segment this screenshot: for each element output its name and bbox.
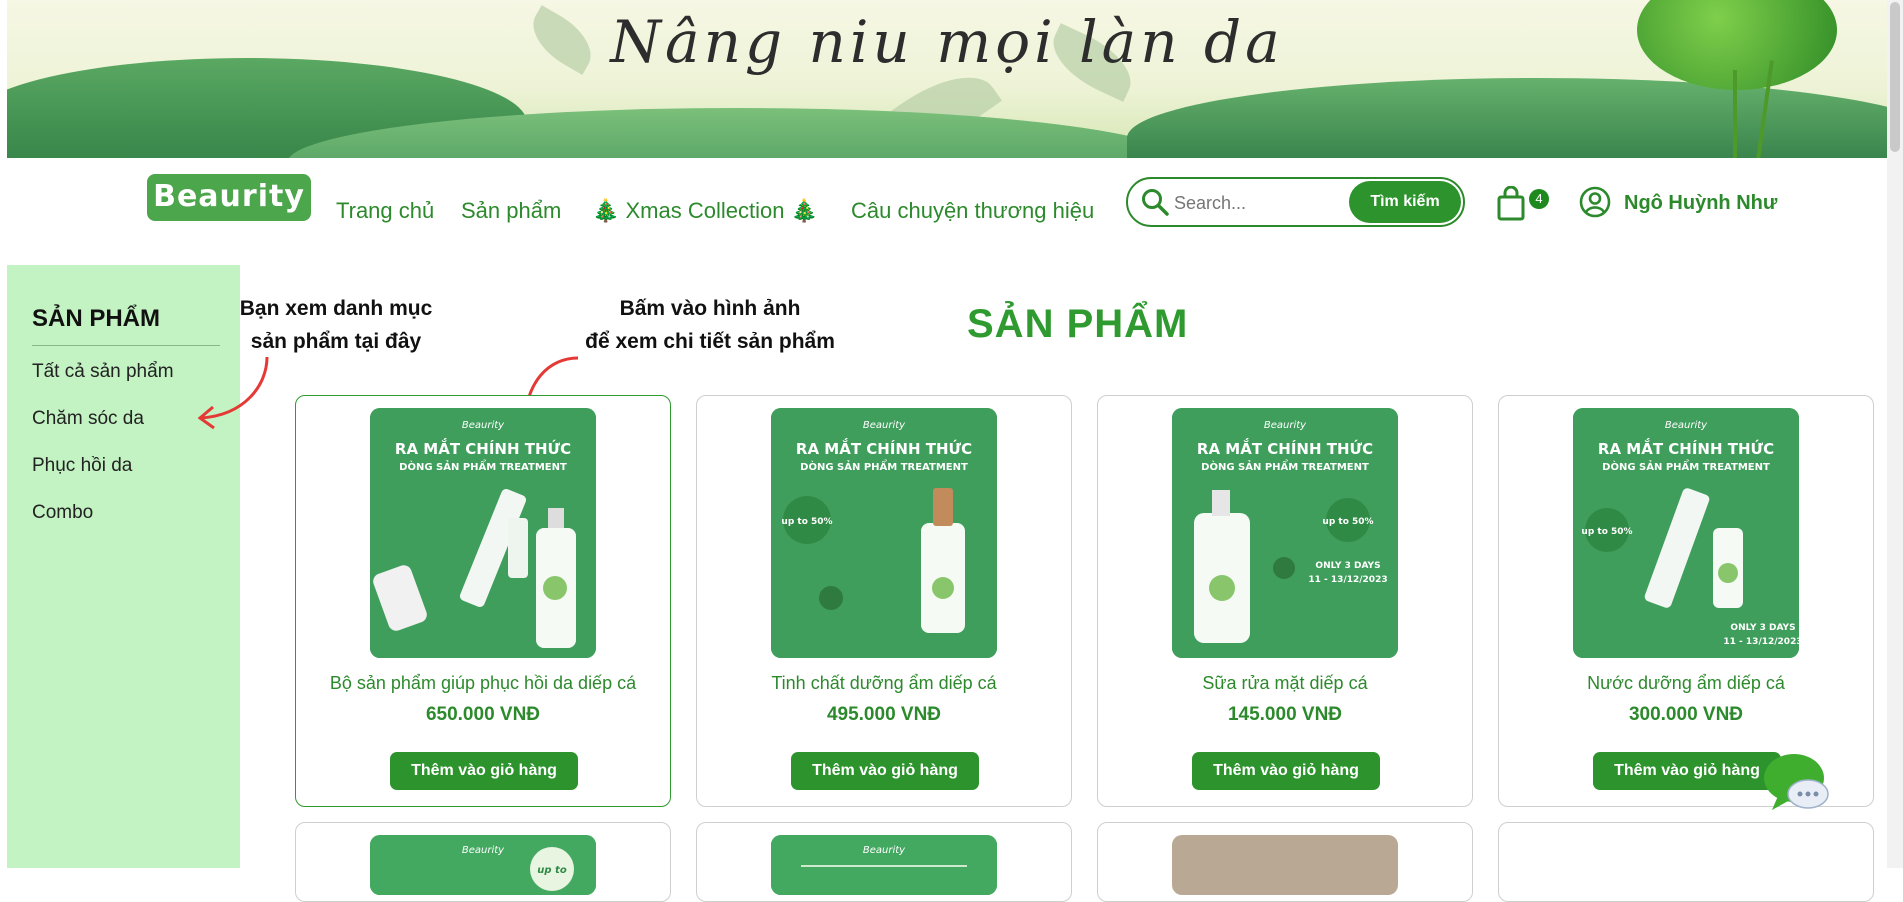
nav-products[interactable]: Sản phẩm	[461, 198, 561, 224]
image-hint: Bấm vào hình ảnh để xem chi tiết sản phẩ…	[585, 297, 835, 353]
product-image[interactable]: Beaurity	[771, 835, 997, 895]
product-card[interactable]: Beaurity RA MẮT CHÍNH THỨC DÒNG SẢN PHẨM…	[696, 395, 1072, 807]
products-section-title: SẢN PHẨM	[967, 302, 1189, 346]
hero-banner: Nâng niu mọi làn da	[7, 0, 1887, 158]
sidebar-item-all-products[interactable]: Tất cả sản phẩm	[32, 361, 174, 383]
svg-text:up to 50%: up to 50%	[781, 517, 832, 527]
svg-text:up to: up to	[537, 865, 567, 876]
cart-count-badge: 4	[1529, 189, 1549, 209]
svg-text:11 - 13/12/2023: 11 - 13/12/2023	[1308, 575, 1387, 585]
product-image[interactable]: Beaurity RA MẮT CHÍNH THỨC DÒNG SẢN PHẨM…	[1573, 408, 1799, 658]
svg-text:RA MẮT CHÍNH THỨC: RA MẮT CHÍNH THỨC	[1197, 437, 1373, 458]
product-card[interactable]	[1097, 822, 1473, 902]
sidebar-item-skin-care[interactable]: Chăm sóc da	[32, 408, 144, 430]
category-hint: Bạn xem danh mục sản phẩm tại đây	[239, 297, 433, 353]
svg-text:up to 50%: up to 50%	[1581, 527, 1632, 537]
product-name[interactable]: Sữa rửa mặt diếp cá	[1098, 673, 1472, 694]
product-card[interactable]: Beaurity RA MẮT CHÍNH THỨC DÒNG SẢN PHẨM…	[295, 395, 671, 807]
product-price: 145.000 VNĐ	[1227, 704, 1343, 725]
product-card[interactable]: Beaurity RA MẮT CHÍNH THỨC DÒNG SẢN PHẨM…	[1097, 395, 1473, 807]
svg-text:11 - 13/12/2023: 11 - 13/12/2023	[1723, 637, 1799, 647]
svg-text:RA MẮT CHÍNH THỨC: RA MẮT CHÍNH THỨC	[1598, 437, 1774, 458]
product-image[interactable]: Beaurity RA MẮT CHÍNH THỨC DÒNG SẢN PHẨM…	[1172, 408, 1398, 658]
add-to-cart-button[interactable]: Thêm vào giỏ hàng	[1192, 752, 1380, 790]
svg-text:Beaurity: Beaurity	[1665, 420, 1708, 431]
product-price: 300.000 VNĐ	[1628, 704, 1744, 725]
user-avatar-icon[interactable]	[1579, 186, 1611, 218]
user-name[interactable]: Ngô Huỳnh Như	[1624, 192, 1777, 215]
add-to-cart-button[interactable]: Thêm vào giỏ hàng	[390, 752, 578, 790]
sidebar-divider	[32, 345, 220, 346]
search-bar: Tìm kiếm	[1126, 177, 1465, 227]
svg-text:ONLY 3 DAYS: ONLY 3 DAYS	[1315, 561, 1380, 571]
product-name[interactable]: Nước dưỡng ẩm diếp cá	[1499, 673, 1873, 694]
chat-bubble-icon[interactable]	[1762, 750, 1832, 820]
scrollbar-thumb[interactable]	[1890, 2, 1900, 152]
product-card[interactable]	[1498, 822, 1874, 902]
svg-text:RA MẮT CHÍNH THỨC: RA MẮT CHÍNH THỨC	[796, 437, 972, 458]
svg-text:ONLY 3 DAYS: ONLY 3 DAYS	[1730, 623, 1795, 633]
product-image[interactable]: Beaurity RA MẮT CHÍNH THỨC DÒNG SẢN PHẨM…	[771, 408, 997, 658]
svg-text:RA MẮT CHÍNH THỨC: RA MẮT CHÍNH THỨC	[395, 437, 571, 458]
nav-home[interactable]: Trang chủ	[336, 198, 434, 224]
product-image[interactable]: Beaurity up to	[370, 835, 596, 895]
nav-xmas-collection[interactable]: 🎄 Xmas Collection 🎄	[592, 198, 818, 224]
search-input[interactable]	[1172, 186, 1356, 220]
brand-logo[interactable]: Beaurity	[147, 174, 311, 221]
sidebar-item-skin-recovery[interactable]: Phục hồi da	[32, 455, 132, 477]
product-card[interactable]: Beaurity RA MẮT CHÍNH THỨC DÒNG SẢN PHẨM…	[1498, 395, 1874, 807]
svg-text:Beaurity: Beaurity	[462, 420, 505, 431]
search-button[interactable]: Tìm kiếm	[1349, 181, 1461, 223]
product-image[interactable]	[1172, 835, 1398, 895]
search-icon	[1142, 189, 1169, 216]
product-card[interactable]: Beaurity up to	[295, 822, 671, 902]
product-price: 495.000 VNĐ	[826, 704, 942, 725]
svg-text:Beaurity: Beaurity	[462, 845, 505, 856]
product-name[interactable]: Tinh chất dưỡng ẩm diếp cá	[697, 673, 1071, 694]
shopping-bag-icon[interactable]	[1496, 186, 1526, 222]
svg-text:Beaurity: Beaurity	[1264, 420, 1307, 431]
add-to-cart-button[interactable]: Thêm vào giỏ hàng	[791, 752, 979, 790]
add-to-cart-button[interactable]: Thêm vào giỏ hàng	[1593, 752, 1781, 790]
sidebar-item-combo[interactable]: Combo	[32, 502, 93, 524]
product-image[interactable]: Beaurity RA MẮT CHÍNH THỨC DÒNG SẢN PHẨM…	[370, 408, 596, 658]
banner-title: Nâng niu mọi làn da	[610, 8, 1284, 76]
nav-brand-story[interactable]: Câu chuyện thương hiệu	[851, 198, 1094, 224]
product-card[interactable]: Beaurity	[696, 822, 1072, 902]
svg-text:up to 50%: up to 50%	[1322, 517, 1373, 527]
page-scrollbar[interactable]	[1887, 0, 1903, 868]
arrow-to-categories-icon	[197, 356, 269, 430]
product-name[interactable]: Bộ sản phẩm giúp phục hồi da diếp cá	[296, 673, 670, 694]
svg-text:Beaurity: Beaurity	[863, 845, 906, 856]
svg-text:Beaurity: Beaurity	[863, 420, 906, 431]
sidebar-title: SẢN PHẨM	[32, 305, 161, 332]
product-price: 650.000 VNĐ	[425, 704, 541, 725]
